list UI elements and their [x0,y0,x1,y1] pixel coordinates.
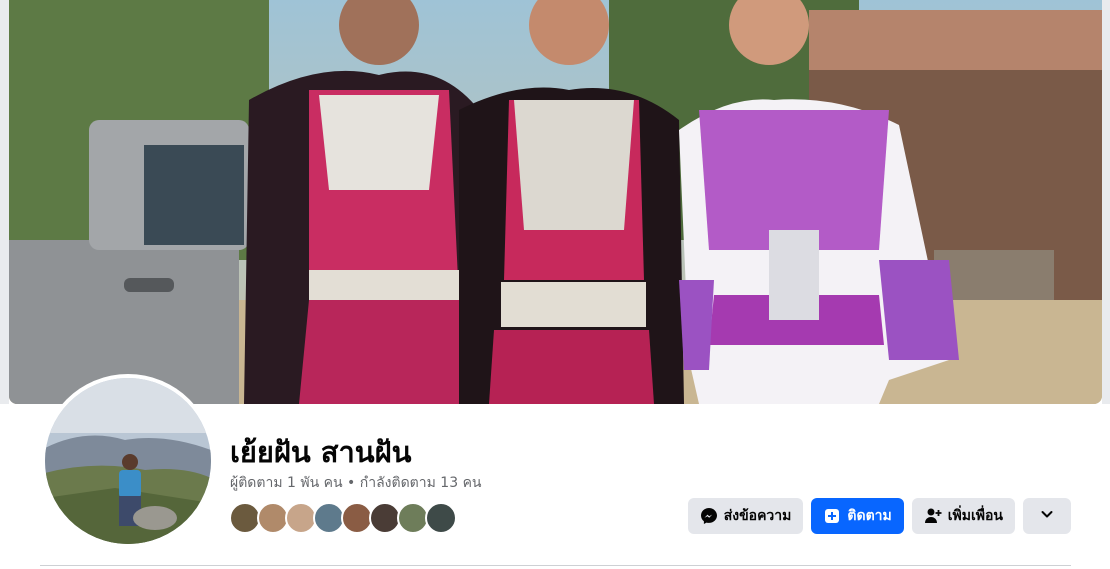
cover-photo[interactable] [9,0,1102,404]
friend-avatars [229,502,457,534]
follow-label: ติดตาม [847,508,892,524]
add-friend-label: เพิ่มเพื่อน [947,508,1003,524]
profile-actions: ส่งข้อความ ติดตาม เพิ่มเพื่อน [687,498,1071,534]
left-gutter [0,0,9,404]
messenger-icon [700,507,718,525]
avatar [45,378,211,544]
cover-photo-image [9,0,1102,404]
friend-avatar[interactable] [425,502,457,534]
add-friend-icon [924,507,942,525]
follow-icon [823,507,841,525]
stats-separator: • [347,475,356,491]
message-label: ส่งข้อความ [723,508,792,524]
add-friend-button[interactable]: เพิ่มเพื่อน [911,498,1015,534]
follow-stats: ผู้ติดตาม 1 พัน คน • กำลังติดตาม 13 คน [230,472,482,494]
avatar-image [45,378,211,544]
following-link[interactable]: กำลังติดตาม 13 คน [360,475,482,491]
message-button[interactable]: ส่งข้อความ [687,498,804,534]
followers-link[interactable]: ผู้ติดตาม 1 พัน คน [230,475,343,491]
more-options-button[interactable] [1023,498,1071,534]
right-gutter [1102,0,1110,404]
profile-page: เย้ยฝัน สานฝัน ผู้ติดตาม 1 พัน คน • กำลั… [0,0,1110,569]
profile-picture[interactable] [41,374,215,548]
section-divider [40,565,1071,566]
chevron-down-icon [1039,506,1055,526]
follow-button[interactable]: ติดตาม [811,498,904,534]
profile-name: เย้ยฝัน สานฝัน [230,435,412,469]
